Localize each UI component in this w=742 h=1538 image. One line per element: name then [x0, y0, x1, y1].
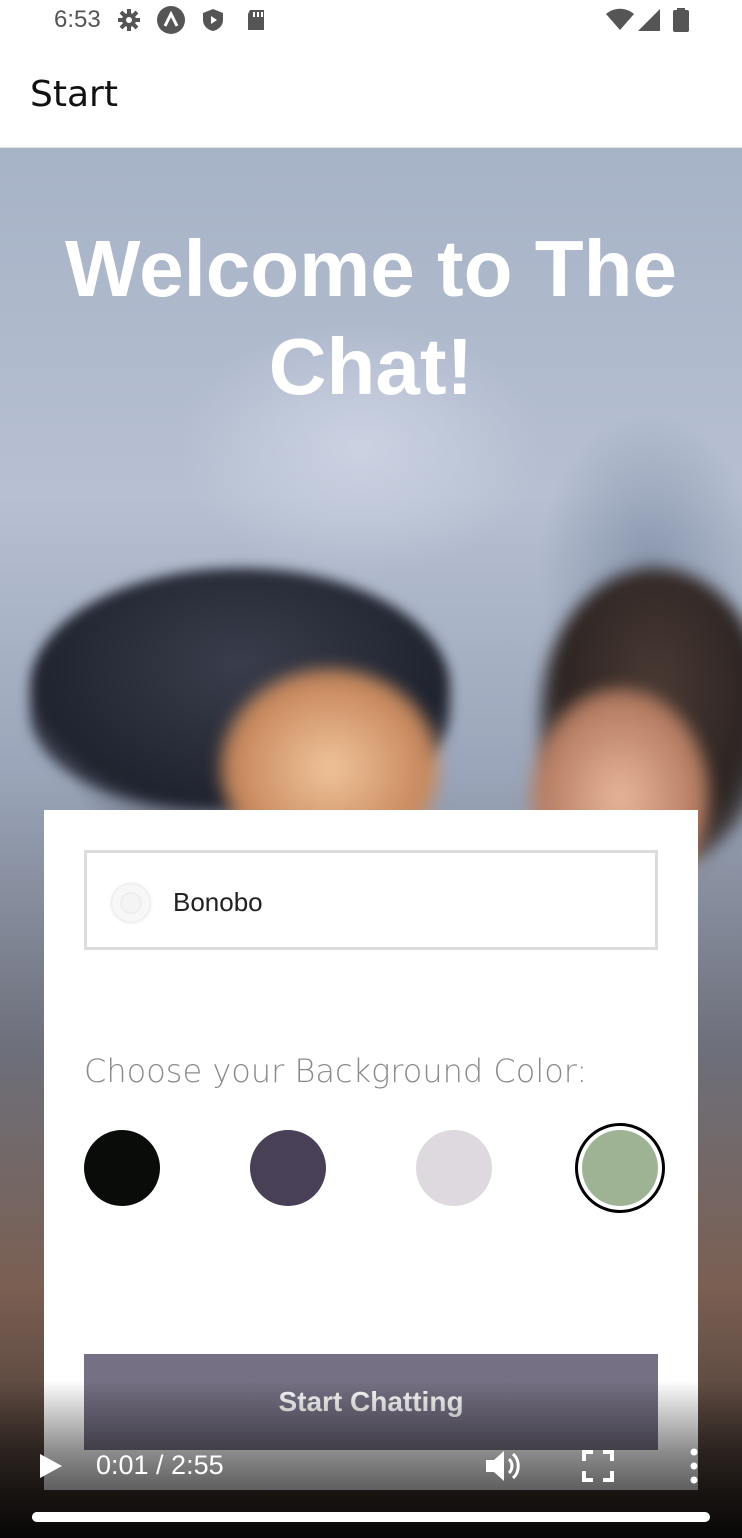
- signal-icon: [638, 9, 660, 31]
- user-icon: [109, 881, 153, 925]
- wifi-icon: [606, 8, 634, 30]
- selected-color-fill: [582, 1130, 658, 1206]
- volume-icon[interactable]: [484, 1448, 522, 1484]
- play-icon[interactable]: [36, 1452, 64, 1480]
- more-options-icon[interactable]: [684, 1446, 704, 1486]
- video-time: 0:01 / 2:55: [96, 1450, 224, 1480]
- color-option-black[interactable]: [84, 1130, 160, 1206]
- sd-card-icon: [248, 10, 264, 30]
- app-icon: [157, 6, 185, 34]
- video-progress-fill: [32, 1512, 49, 1522]
- settings-icon: [118, 9, 140, 31]
- choose-color-label: Choose your Background Color:: [84, 1052, 588, 1090]
- color-option-green[interactable]: [575, 1123, 665, 1213]
- page-title: Start: [30, 74, 118, 115]
- status-time: 6:53: [54, 6, 101, 33]
- battery-icon: [673, 8, 689, 32]
- color-option-light-gray[interactable]: [416, 1130, 492, 1206]
- shield-play-icon: [203, 9, 223, 31]
- fullscreen-icon[interactable]: [582, 1450, 614, 1482]
- name-input[interactable]: [173, 887, 613, 918]
- color-option-purple[interactable]: [250, 1130, 326, 1206]
- status-bar: 6:53: [0, 0, 742, 40]
- video-progress-track[interactable]: [32, 1512, 710, 1522]
- app-bar: Start: [0, 40, 742, 148]
- name-field[interactable]: [84, 850, 658, 950]
- welcome-heading: Welcome to The Chat!: [65, 224, 677, 411]
